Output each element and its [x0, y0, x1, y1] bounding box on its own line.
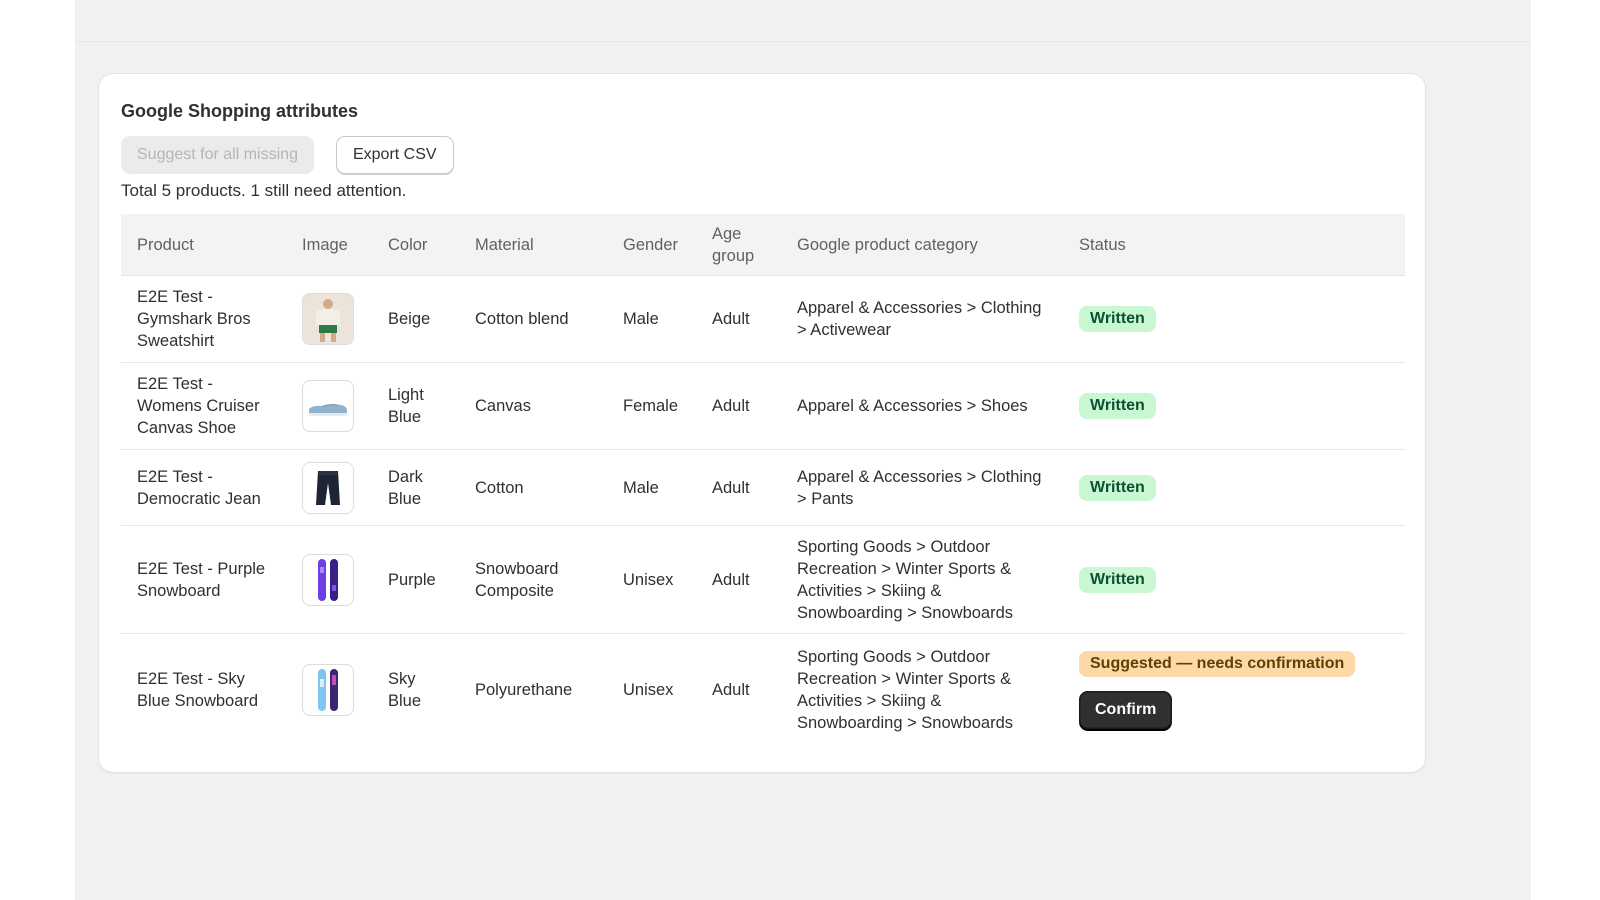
- suggest-all-missing-button[interactable]: Suggest for all missing: [121, 136, 314, 174]
- status-cell: Written: [1063, 449, 1405, 526]
- product-name: E2E Test - Womens Cruiser Canvas Shoe: [121, 362, 286, 450]
- gender-value: Male: [607, 449, 696, 526]
- table-row: E2E Test - Democratic Jean Dark Blue Cot…: [121, 449, 1405, 526]
- material-value: Cotton: [459, 449, 607, 526]
- app-frame: Google Shopping attributes Suggest for a…: [75, 0, 1531, 900]
- product-name: E2E Test - Sky Blue Snowboard: [121, 633, 286, 746]
- table-row: E2E Test - Womens Cruiser Canvas Shoe Li…: [121, 362, 1405, 450]
- status-cell: Written: [1063, 362, 1405, 450]
- product-name: E2E Test - Democratic Jean: [121, 449, 286, 526]
- status-badge: Written: [1079, 566, 1156, 593]
- category-value: Sporting Goods > Outdoor Recreation > Wi…: [781, 525, 1063, 634]
- status-badge: Written: [1079, 306, 1156, 332]
- material-value: Polyurethane: [459, 633, 607, 746]
- category-value: Apparel & Accessories > Clothing > Pants: [781, 449, 1063, 526]
- card-actions: Suggest for all missing Export CSV: [121, 136, 1403, 174]
- gender-value: Female: [607, 362, 696, 450]
- attributes-card: Google Shopping attributes Suggest for a…: [99, 74, 1425, 772]
- gender-value: Male: [607, 275, 696, 363]
- status-cell: Written: [1063, 525, 1405, 634]
- products-table: Product Image Color Material Gender Age …: [121, 214, 1405, 746]
- age-group-value: Adult: [696, 525, 781, 634]
- summary-text: Total 5 products. 1 still need attention…: [121, 181, 407, 200]
- top-divider: [75, 41, 1531, 42]
- table-header-row: Product Image Color Material Gender Age …: [121, 214, 1405, 276]
- confirm-button[interactable]: Confirm: [1079, 690, 1173, 729]
- column-header-gender: Gender: [623, 235, 679, 254]
- status-badge: Suggested — needs confirmation: [1079, 650, 1356, 677]
- material-value: Cotton blend: [459, 275, 607, 363]
- sky-blue-snowboard-product-image: [302, 663, 354, 716]
- product-image-cell: [286, 362, 372, 450]
- category-value: Apparel & Accessories > Clothing > Activ…: [781, 275, 1063, 363]
- card-title: Google Shopping attributes: [121, 101, 358, 121]
- purple-snowboard-product-image: [302, 553, 354, 606]
- product-name: E2E Test - Purple Snowboard: [121, 525, 286, 634]
- status-cell: Written: [1063, 275, 1405, 363]
- age-group-value: Adult: [696, 275, 781, 363]
- gender-value: Unisex: [607, 525, 696, 634]
- color-value: Light Blue: [372, 362, 459, 450]
- column-header-color: Color: [388, 235, 428, 254]
- shoe-product-image: [302, 380, 354, 432]
- color-value: Beige: [372, 275, 459, 363]
- table-row: E2E Test - Sky Blue Snowboard Sky Blue P…: [121, 633, 1405, 746]
- table-row: E2E Test - Gymshark Bros Sweatshirt Beig…: [121, 275, 1405, 363]
- status-badge: Written: [1079, 393, 1156, 419]
- age-group-value: Adult: [696, 362, 781, 450]
- column-header-age-group: Age group: [712, 224, 755, 265]
- status-stack: Suggested — needs confirmation Confirm: [1079, 650, 1389, 729]
- color-value: Sky Blue: [372, 633, 459, 746]
- age-group-value: Adult: [696, 449, 781, 526]
- column-header-status: Status: [1079, 235, 1126, 254]
- export-csv-button[interactable]: Export CSV: [335, 136, 454, 174]
- product-image-cell: [286, 525, 372, 634]
- product-image-cell: [286, 275, 372, 363]
- column-header-category: Google product category: [797, 235, 978, 254]
- material-value: Canvas: [459, 362, 607, 450]
- gender-value: Unisex: [607, 633, 696, 746]
- jeans-product-image: [302, 461, 354, 514]
- status-cell: Suggested — needs confirmation Confirm: [1063, 633, 1405, 746]
- column-header-image: Image: [302, 235, 348, 254]
- color-value: Dark Blue: [372, 449, 459, 526]
- category-value: Apparel & Accessories > Shoes: [781, 362, 1063, 450]
- product-image-cell: [286, 633, 372, 746]
- status-badge: Written: [1079, 474, 1156, 501]
- category-value: Sporting Goods > Outdoor Recreation > Wi…: [781, 633, 1063, 746]
- column-header-product: Product: [137, 235, 194, 254]
- table-row: E2E Test - Purple Snowboard Purple Snowb…: [121, 525, 1405, 634]
- sweatshirt-product-image: [302, 293, 354, 345]
- product-image-cell: [286, 449, 372, 526]
- color-value: Purple: [372, 525, 459, 634]
- column-header-material: Material: [475, 235, 534, 254]
- product-name: E2E Test - Gymshark Bros Sweatshirt: [121, 275, 286, 363]
- material-value: Snowboard Composite: [459, 525, 607, 634]
- age-group-value: Adult: [696, 633, 781, 746]
